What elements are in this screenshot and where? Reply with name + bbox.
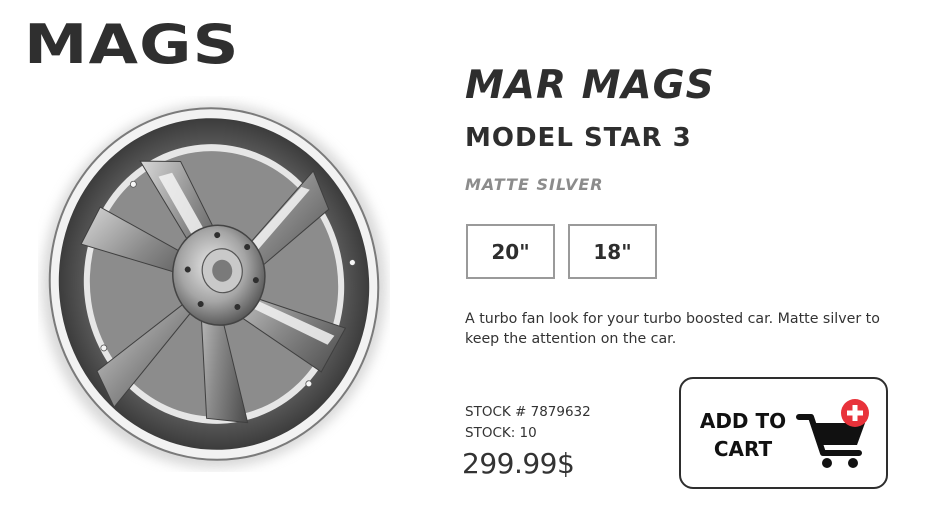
stock-number: STOCK # 7879632 [465,404,591,420]
product-model: MODEL STAR 3 [465,123,692,153]
product-price: 299.99$ [462,447,575,480]
stock-info: STOCK # 7879632 STOCK: 10 [465,402,591,444]
product-finish: MATTE SILVER [465,175,604,194]
add-to-cart-label: ADD TO CART [699,409,787,461]
product-image [38,96,390,472]
size-option-18[interactable]: 18" [568,224,657,279]
wheel-icon [42,104,386,468]
product-brand: MAR MAGS [465,63,715,108]
product-description: A turbo fan look for your turbo boosted … [465,311,880,347]
size-selector: 20" 18" [466,224,657,279]
cart-add-icon [796,399,869,468]
brand-logo[interactable]: MAGS [24,18,240,72]
stock-count: STOCK: 10 [465,425,537,441]
size-option-20[interactable]: 20" [466,224,555,279]
add-to-cart-button[interactable]: ADD TO CART [679,377,888,489]
